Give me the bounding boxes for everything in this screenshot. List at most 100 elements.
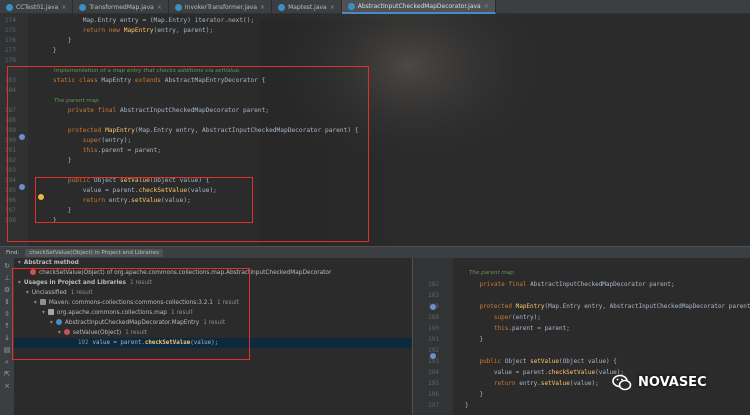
group-icon[interactable]: ▤	[3, 346, 11, 354]
close-icon[interactable]: ×	[3, 382, 11, 390]
code-text: }	[38, 207, 72, 214]
code-text: }	[38, 47, 57, 54]
find-results-tab[interactable]: checkSetValue(Object) in Project and Lib…	[25, 248, 163, 257]
editor-tab[interactable]: InvokerTransformer.java ×	[169, 0, 273, 14]
package-icon	[47, 309, 54, 315]
collapse-icon[interactable]: ⇳	[3, 310, 11, 318]
class-icon	[55, 319, 62, 325]
line-number: 188	[4, 117, 16, 124]
editor-tab[interactable]: AbstractInputCheckedMapDecorator.java ×	[341, 0, 496, 14]
editor-tab-bar: CCTest01.java × TransformedMap.java × Invoke…	[0, 0, 750, 14]
doc-comment: The parent map	[54, 98, 99, 104]
java-class-icon	[347, 2, 355, 10]
find-label: Find:	[6, 249, 20, 256]
code-text: private final AbstractInputCheckedMapDec…	[67, 107, 270, 114]
usage-line-number: 192	[78, 340, 89, 346]
line-number: 196	[428, 391, 439, 398]
override-marker-icon	[19, 184, 25, 190]
code-text: super(entry);	[493, 314, 541, 321]
tree-row[interactable]: ▾ Usages in Project and Libraries 1 result	[18, 278, 152, 288]
line-number: 197	[428, 402, 439, 409]
code-text: return new MapEntry(entry, parent);	[82, 27, 214, 34]
code-editor[interactable]: 174 Map.Entry entry = (Map.Entry) iterat…	[0, 14, 750, 246]
line-number: 194	[4, 177, 16, 184]
editor-tab[interactable]: Maptest.java ×	[272, 0, 342, 14]
previous-icon[interactable]: ↑	[3, 322, 11, 330]
code-text: value = parent.checkSetValue(value);	[82, 187, 217, 194]
tree-row[interactable]: ▾ AbstractInputCheckedMapDecorator.MapEnt…	[50, 318, 225, 328]
tree-row[interactable]: ▾ setValue(Object) 1 result	[58, 328, 147, 338]
close-tab-icon[interactable]: ×	[260, 4, 265, 11]
line-number: 194	[428, 369, 439, 376]
line-number: 192	[4, 157, 16, 164]
tree-row-label: Usages in Project and Libraries	[23, 280, 126, 286]
code-text: this.parent = parent;	[82, 147, 161, 154]
result-count: 1 result	[129, 280, 152, 286]
java-class-icon	[278, 3, 286, 11]
usage-code-before: value = parent.	[92, 340, 145, 346]
line-number: 191	[4, 147, 16, 154]
method-icon	[63, 329, 70, 335]
editor-tab[interactable]: CCTest01.java ×	[0, 0, 74, 14]
close-tab-icon[interactable]: ×	[330, 4, 335, 11]
editor-tab-label: AbstractInputCheckedMapDecorator.java	[357, 2, 481, 10]
editor-tab-label: TransformedMap.java	[89, 3, 154, 11]
rerun-icon[interactable]: ↻	[3, 262, 11, 270]
tree-row[interactable]: ▾ Unclassified 1 result	[26, 288, 93, 298]
tree-row-label: Abstract method	[23, 260, 79, 266]
tree-row-label: setValue(Object)	[72, 330, 122, 336]
tree-row-label: org.apache.commons.collections.map	[56, 310, 167, 316]
close-tab-icon[interactable]: ×	[157, 4, 162, 11]
java-class-icon	[79, 3, 87, 11]
tree-row[interactable]: ▾ org.apache.commons.collections.map 1 res…	[42, 308, 193, 318]
chevron-down-icon: ▾	[18, 280, 21, 286]
find-tool-column: ↻ ⊥ ⚙ ⇕ ⇳ ↑ ↓ ▤ ⌕ ⇱ ×	[0, 258, 14, 415]
line-number: 183	[4, 77, 16, 84]
line-number: 182	[428, 281, 439, 288]
result-count: 1 result	[203, 320, 226, 326]
next-icon[interactable]: ↓	[3, 334, 11, 342]
chevron-down-icon: ▾	[34, 300, 37, 306]
expand-icon[interactable]: ⇕	[3, 298, 11, 306]
code-text: this.parent = parent;	[493, 325, 570, 332]
line-number: 197	[4, 207, 16, 214]
filter-icon[interactable]: ⌕	[3, 358, 11, 366]
watermark-text: NOVASEC	[638, 375, 707, 390]
tree-row-label: Unclassified	[31, 290, 67, 296]
line-number: 183	[428, 292, 439, 299]
line-number: 178	[4, 57, 16, 64]
tree-row[interactable]: ▾ Maven: commons-collections:commons-coll…	[34, 298, 239, 308]
chevron-down-icon: ▾	[18, 260, 21, 266]
code-text: protected MapEntry(Map.Entry entry, Abst…	[479, 303, 750, 310]
override-marker-icon	[430, 353, 436, 359]
editor-tab[interactable]: TransformedMap.java ×	[73, 0, 169, 14]
code-text: private final AbstractInputCheckedMapDec…	[479, 281, 675, 288]
code-text: }	[38, 217, 57, 224]
tree-row[interactable]: checkSetValue(Object) of org.apache.comm…	[30, 268, 331, 278]
export-icon[interactable]: ⇱	[3, 370, 11, 378]
chevron-down-icon: ▾	[50, 320, 53, 326]
code-text: }	[465, 391, 484, 398]
code-text: }	[38, 37, 72, 44]
close-tab-icon[interactable]: ×	[61, 4, 66, 11]
code-text: protected MapEntry(Map.Entry entry, Abst…	[67, 127, 359, 134]
editor-tab-label: CCTest01.java	[16, 3, 59, 11]
line-number: 190	[4, 137, 16, 144]
editor-tab-label: Maptest.java	[288, 3, 327, 11]
chevron-down-icon: ▾	[42, 310, 45, 316]
lightbulb-icon[interactable]	[38, 194, 44, 200]
line-number: 184	[4, 87, 16, 94]
override-marker-icon	[19, 134, 25, 140]
doc-comment: Implementation of a map entry that check…	[54, 68, 241, 74]
selected-usage-row[interactable]: 192 value = parent.checkSetValue(value);	[14, 338, 412, 348]
line-number: 187	[4, 107, 16, 114]
code-text: return entry.setValue(value);	[82, 197, 191, 204]
settings-icon[interactable]: ⚙	[3, 286, 11, 294]
pin-icon[interactable]: ⊥	[3, 274, 11, 282]
result-count: 1 result	[125, 330, 148, 336]
line-number: 189	[428, 314, 439, 321]
tree-row[interactable]: ▾ Abstract method	[18, 258, 79, 268]
line-number: 175	[4, 27, 16, 34]
close-tab-icon[interactable]: ×	[484, 3, 489, 10]
wechat-icon	[612, 374, 632, 391]
